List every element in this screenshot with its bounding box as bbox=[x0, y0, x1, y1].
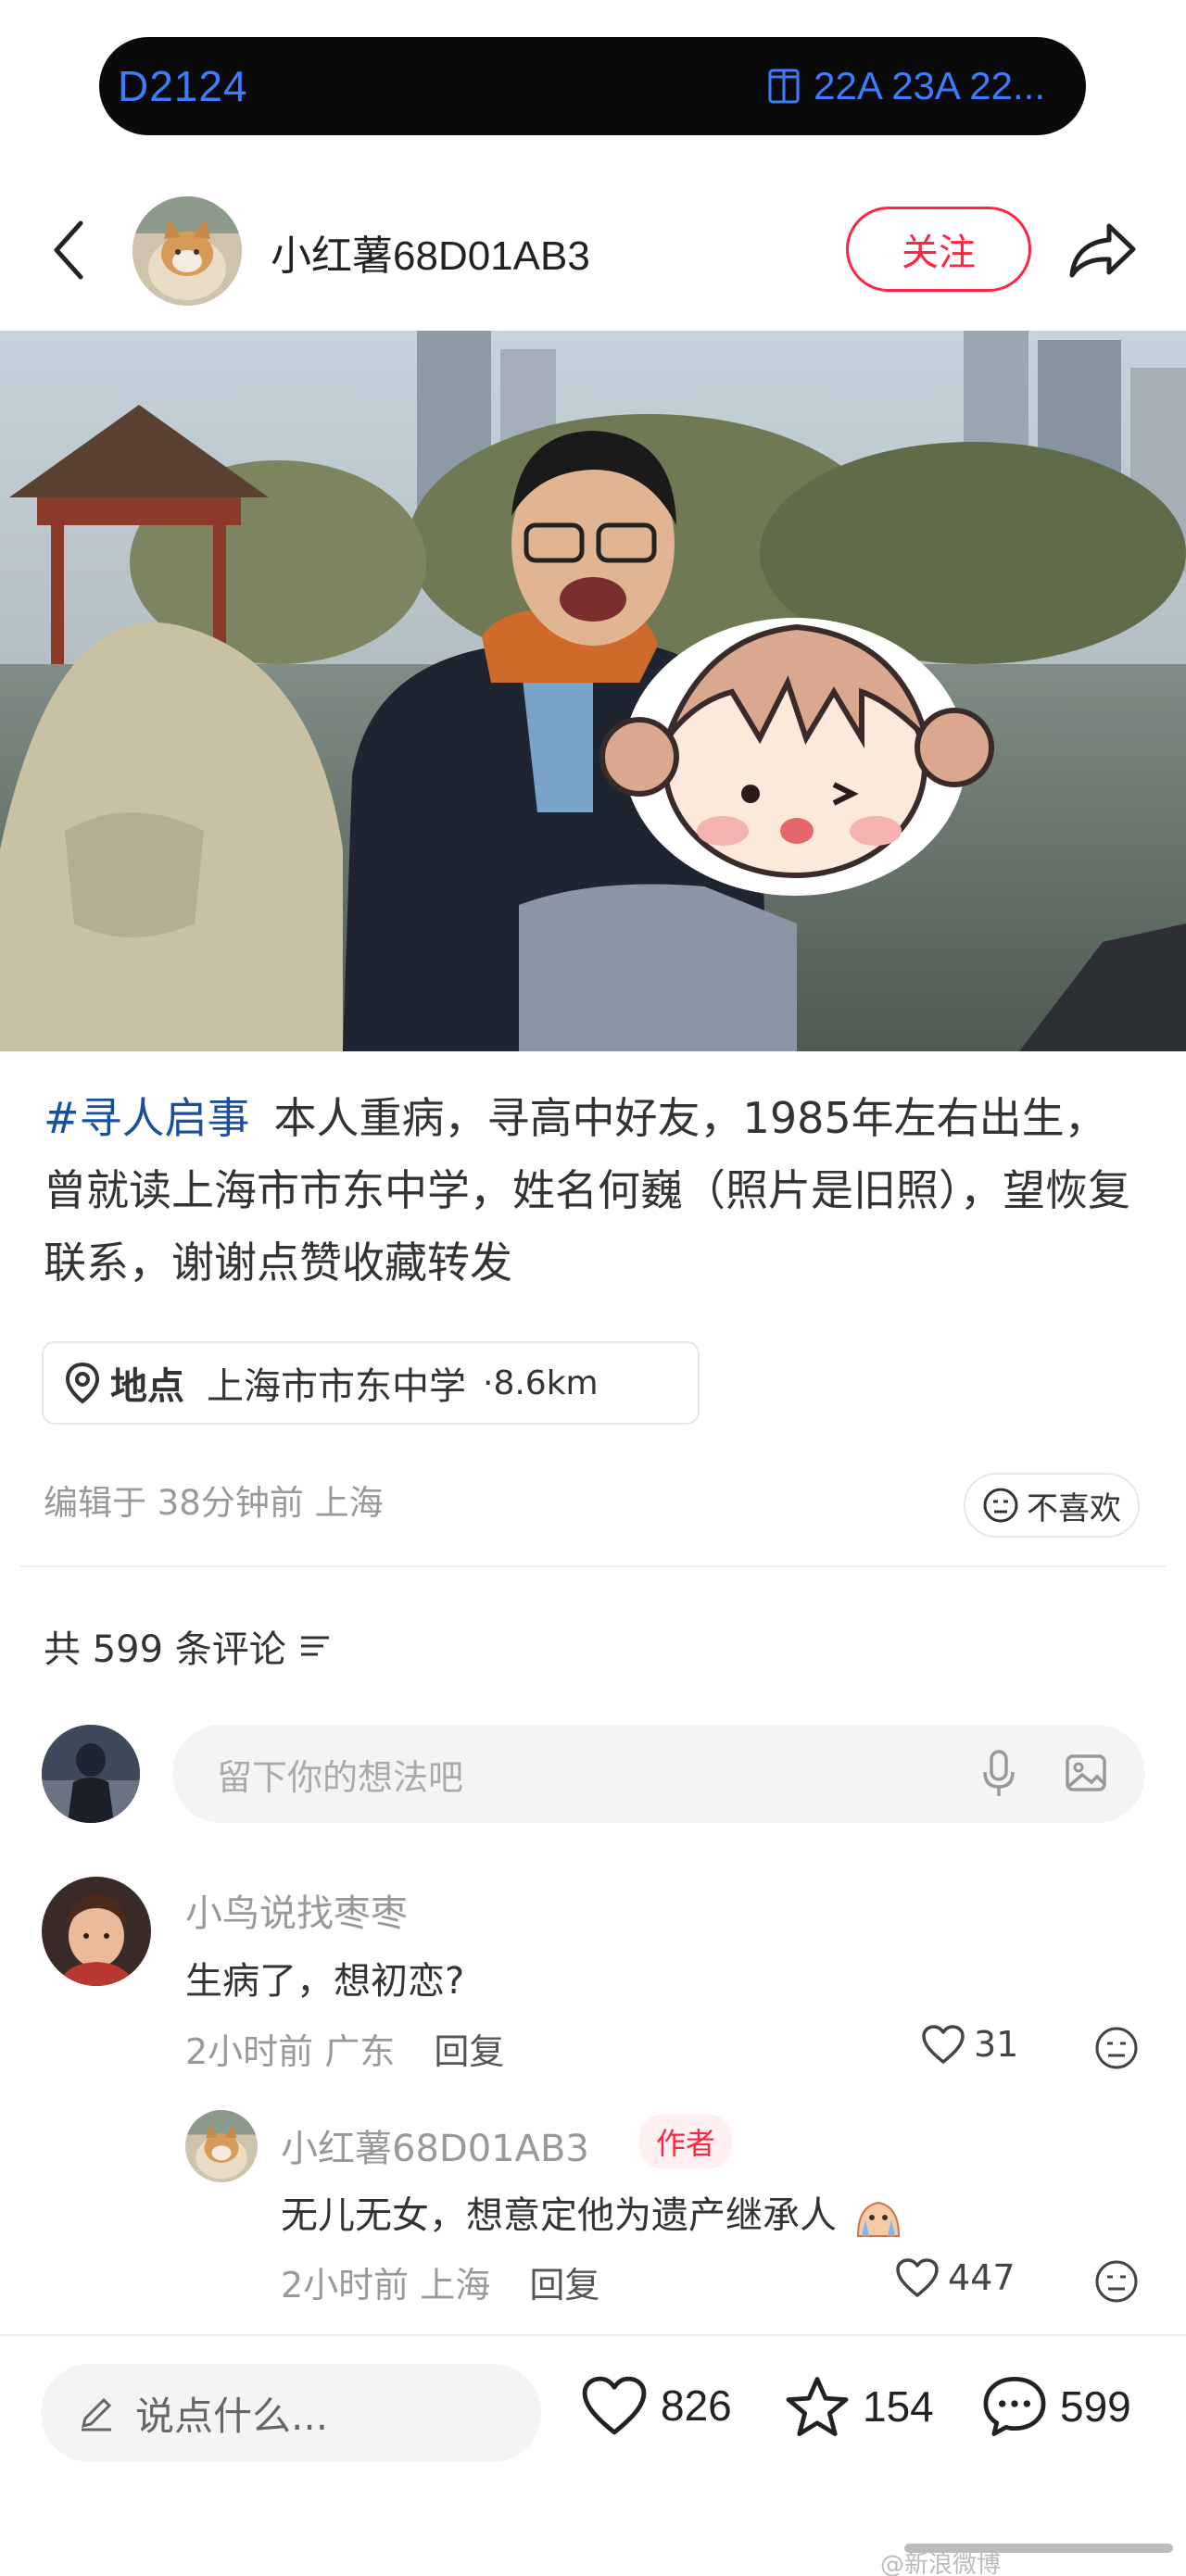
dislike-button[interactable]: 不喜欢 bbox=[964, 1473, 1140, 1538]
pill-left-text: D2124 bbox=[118, 62, 248, 110]
author-avatar[interactable] bbox=[132, 196, 242, 306]
section-divider bbox=[20, 1565, 1166, 1567]
comment-count-header[interactable]: 共 599 条评论 bbox=[44, 1619, 333, 1673]
reply-like-count: 447 bbox=[948, 2257, 1016, 2298]
comment-count-label: 共 599 条评论 bbox=[44, 1628, 286, 1671]
heart-icon bbox=[896, 2258, 939, 2297]
author-name[interactable]: 小红薯68D01AB3 bbox=[271, 222, 590, 282]
comment-button[interactable]: 599 bbox=[980, 2373, 1131, 2440]
pencil-icon bbox=[81, 2397, 112, 2431]
reply-time: 2小时前 bbox=[281, 2265, 410, 2306]
microphone-icon[interactable] bbox=[980, 1748, 1017, 1800]
back-button[interactable] bbox=[44, 217, 91, 283]
collect-count: 154 bbox=[863, 2382, 934, 2431]
neutral-face-icon bbox=[983, 1488, 1018, 1523]
follow-button[interactable]: 关注 bbox=[846, 207, 1031, 292]
heart-icon bbox=[922, 2025, 965, 2064]
emoji-react-icon[interactable] bbox=[1093, 2025, 1140, 2071]
collect-button[interactable]: 154 bbox=[783, 2373, 934, 2440]
like-count: 826 bbox=[661, 2381, 732, 2430]
reply-button[interactable]: 回复 bbox=[529, 2265, 599, 2306]
sort-icon bbox=[300, 1636, 329, 1656]
comment-region: 广东 bbox=[324, 2031, 396, 2072]
chat-bubble-icon bbox=[983, 2377, 1046, 2436]
comment-input-placeholder: 留下你的想法吧 bbox=[217, 1756, 464, 1798]
location-pin-icon bbox=[65, 1362, 100, 1404]
comment-count: 599 bbox=[1060, 2382, 1131, 2431]
post-meta: 编辑于 38分钟前 上海 bbox=[44, 1483, 384, 1523]
watermark: @新浪微博 bbox=[880, 2551, 1002, 2576]
reply-text: 无儿无女，想意定他为遗产继承人 bbox=[281, 2185, 904, 2240]
commenter-avatar[interactable] bbox=[42, 1877, 151, 1986]
reply-text-content: 无儿无女，想意定他为遗产继承人 bbox=[281, 2194, 837, 2237]
train-door-icon bbox=[768, 69, 800, 104]
dislike-label: 不喜欢 bbox=[1027, 1489, 1121, 1527]
dynamic-island-pill[interactable]: D2124 22A 23A 22... bbox=[99, 37, 1086, 135]
cat-avatar-image bbox=[132, 196, 242, 306]
heart-icon bbox=[582, 2376, 647, 2435]
pill-right-group: 22A 23A 22... bbox=[767, 64, 1045, 108]
post-photo-image bbox=[0, 331, 1186, 1051]
comment-time: 2小时前 bbox=[185, 2031, 314, 2072]
comment-text: 生病了，想初恋? bbox=[185, 1960, 465, 2003]
comment-like-count: 31 bbox=[974, 2024, 1019, 2065]
author-badge: 作者 bbox=[639, 2115, 733, 2168]
reply-button[interactable]: 回复 bbox=[434, 2031, 504, 2072]
reply-like-button[interactable]: 447 bbox=[894, 2256, 1016, 2299]
emoji-react-icon[interactable] bbox=[1093, 2258, 1140, 2305]
commenter-name[interactable]: 小鸟说找枣枣 bbox=[185, 1883, 408, 1937]
reply-region: 上海 bbox=[420, 2265, 491, 2306]
image-icon[interactable] bbox=[1064, 1751, 1108, 1795]
say-something-placeholder: 说点什么... bbox=[135, 2393, 329, 2439]
post-photo[interactable] bbox=[0, 331, 1186, 1051]
status-bar: D2124 22A 23A 22... bbox=[0, 0, 1186, 162]
share-arrow-icon bbox=[1069, 223, 1136, 278]
current-user-avatar bbox=[42, 1725, 140, 1823]
reply-author-avatar[interactable] bbox=[185, 2110, 258, 2182]
user-avatar-image bbox=[42, 1725, 140, 1823]
reply-meta: 2小时前 上海 回复 bbox=[281, 2256, 599, 2307]
star-icon bbox=[786, 2377, 849, 2436]
boy-avatar-image bbox=[42, 1877, 151, 1986]
reply-author-name[interactable]: 小红薯68D01AB3 bbox=[281, 2118, 589, 2172]
pill-right-text: 22A 23A 22... bbox=[814, 64, 1045, 107]
cat-avatar-image bbox=[185, 2110, 258, 2182]
post-content: #寻人启事 本人重病，寻高中好友，1985年左右出生，曾就读上海市市东中学，姓名何… bbox=[44, 1082, 1146, 1299]
post-header: 小红薯68D01AB3 关注 bbox=[0, 185, 1186, 315]
crying-emoji-icon bbox=[856, 2201, 900, 2237]
chevron-left-icon bbox=[54, 220, 83, 280]
location-chip[interactable]: 地点 上海市市东中学 ·8.6km bbox=[42, 1341, 700, 1425]
location-value: 上海市市东中学 bbox=[207, 1365, 466, 1408]
hashtag-link[interactable]: #寻人启事 bbox=[44, 1093, 250, 1143]
location-label: 地点 bbox=[110, 1365, 184, 1408]
like-button[interactable]: 826 bbox=[579, 2373, 732, 2438]
location-distance: ·8.6km bbox=[483, 1363, 599, 1402]
say-something-input[interactable]: 说点什么... bbox=[41, 2364, 541, 2462]
comment-meta: 2小时前 广东 回复 bbox=[185, 2023, 504, 2074]
bottom-action-bar: 说点什么... 826 154 599 bbox=[0, 2334, 1186, 2576]
comment-like-button[interactable]: 31 bbox=[920, 2023, 1018, 2066]
share-button[interactable] bbox=[1066, 213, 1140, 287]
